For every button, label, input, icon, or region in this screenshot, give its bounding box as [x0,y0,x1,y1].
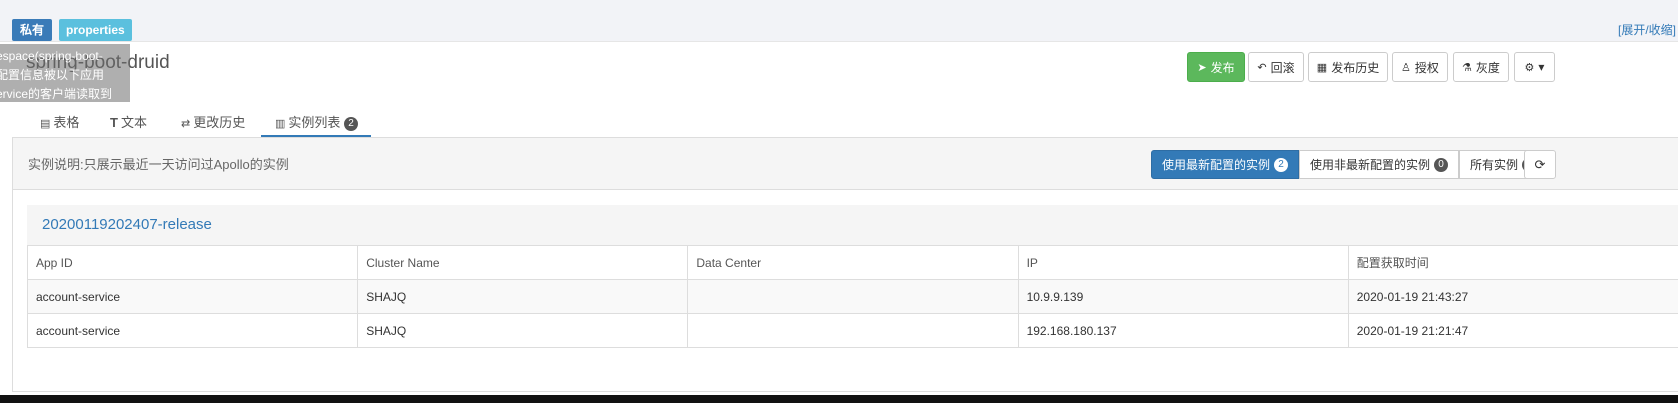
cell-cluster: SHAJQ [357,279,689,314]
column-header: Cluster Name [357,245,689,280]
column-header: Data Center [687,245,1019,280]
format-badge: properties [59,19,132,41]
instance-table: App ID Cluster Name Data Center IP 配置获取时… [26,245,1678,348]
gear-icon: ⚙ [1524,61,1535,74]
table-header-row: App ID Cluster Name Data Center IP 配置获取时… [26,245,1678,280]
cell-data-center [687,313,1019,348]
calendar-icon: ▦ [1316,61,1328,74]
instance-description: 实例说明:只展示最近一天访问过Apollo的实例 [28,157,289,172]
column-header: 配置获取时间 [1347,245,1678,280]
instance-panel-header: 实例说明:只展示最近一天访问过Apollo的实例 使用最新配置的实例 2 使用非… [13,138,1678,190]
cell-cluster: SHAJQ [357,313,689,348]
publish-label: 发布 [1210,60,1235,75]
table-row: account-service SHAJQ 192.168.180.137 20… [26,313,1678,348]
text-icon: T [110,115,118,130]
history-icon: ⇄ [181,118,191,130]
filter-latest-config-button[interactable]: 使用最新配置的实例 2 [1151,150,1300,179]
send-icon: ➤ [1197,61,1207,74]
rollback-label: 回滚 [1270,60,1295,75]
release-name: 20200119202407-release [42,216,212,233]
filter-outdated-config-button[interactable]: 使用非最新配置的实例 0 [1299,150,1460,179]
expand-collapse-link[interactable]: [展开/收缩] [1618,21,1676,38]
instance-count-badge: 2 [344,117,359,131]
tooltip-line: espace(spring-boot- [0,49,103,63]
column-header: App ID [26,245,359,280]
cell-data-center [687,279,1019,314]
tab-text[interactable]: T 文本 [110,112,147,138]
namespace-header-bar: 私有 properties [展开/收缩] [0,0,1678,42]
tab-label: 实例列表 [288,115,341,130]
release-header: 20200119202407-release [27,205,1678,245]
authorize-label: 授权 [1414,60,1439,75]
filter-label: 所有实例 [1470,158,1519,172]
cell-ip: 192.168.180.137 [1017,313,1349,348]
tooltip-line: 配置信息被以下应用 [0,68,105,82]
filter-count-badge: 0 [1434,157,1449,172]
filter-label: 使用最新配置的实例 [1162,158,1271,172]
table-icon: ▤ [40,118,51,130]
cell-fetch-time: 2020-01-19 21:43:27 [1347,279,1678,314]
authorize-button[interactable]: ♙ 授权 [1392,52,1448,82]
filter-count-badge: 2 [1274,157,1289,172]
instance-filter-group: 使用最新配置的实例 2 使用非最新配置的实例 0 所有实例 2 [1151,150,1548,179]
gray-release-label: 灰度 [1475,60,1500,75]
rollback-button[interactable]: ↶ 回滚 [1248,52,1304,82]
tab-label: 文本 [120,115,147,130]
instance-panel: 实例说明:只展示最近一天访问过Apollo的实例 使用最新配置的实例 2 使用非… [12,137,1678,392]
caret-down-icon: ▾ [1538,60,1545,74]
table-row: account-service SHAJQ 10.9.9.139 2020-01… [26,279,1678,314]
list-icon: ▥ [275,118,286,130]
cell-ip: 10.9.9.139 [1017,279,1349,314]
refresh-icon: ⟳ [1534,156,1546,172]
tooltip-line: ervice的客户端读取到 [0,87,113,101]
publish-button[interactable]: ➤ 发布 [1187,52,1245,82]
cell-app-id: account-service [26,279,359,314]
window-bottom-edge [0,395,1678,403]
namespace-tooltip: espace(spring-boot- 配置信息被以下应用 ervice的客户端… [0,44,130,102]
tab-label: 更改历史 [193,115,246,130]
gray-release-button[interactable]: ⚗ 灰度 [1453,52,1509,82]
tab-change-history[interactable]: ⇄ 更改历史 [181,112,245,138]
settings-dropdown-button[interactable]: ⚙ ▾ [1514,52,1555,82]
column-header: IP [1017,245,1349,280]
beaker-icon: ⚗ [1462,61,1472,74]
private-badge: 私有 [12,19,53,41]
tab-table[interactable]: ▤ 表格 [40,112,79,138]
rollback-icon: ↶ [1257,61,1267,74]
publish-history-button[interactable]: ▦ 发布历史 [1308,52,1388,82]
refresh-button[interactable]: ⟳ [1524,150,1556,179]
publish-history-label: 发布历史 [1331,60,1380,75]
tab-instance-list[interactable]: ▥ 实例列表 2 [261,112,371,138]
cell-app-id: account-service [26,313,359,348]
cell-fetch-time: 2020-01-19 21:21:47 [1347,313,1678,348]
filter-label: 使用非最新配置的实例 [1310,158,1431,172]
tab-label: 表格 [53,115,80,130]
user-icon: ♙ [1401,61,1411,74]
